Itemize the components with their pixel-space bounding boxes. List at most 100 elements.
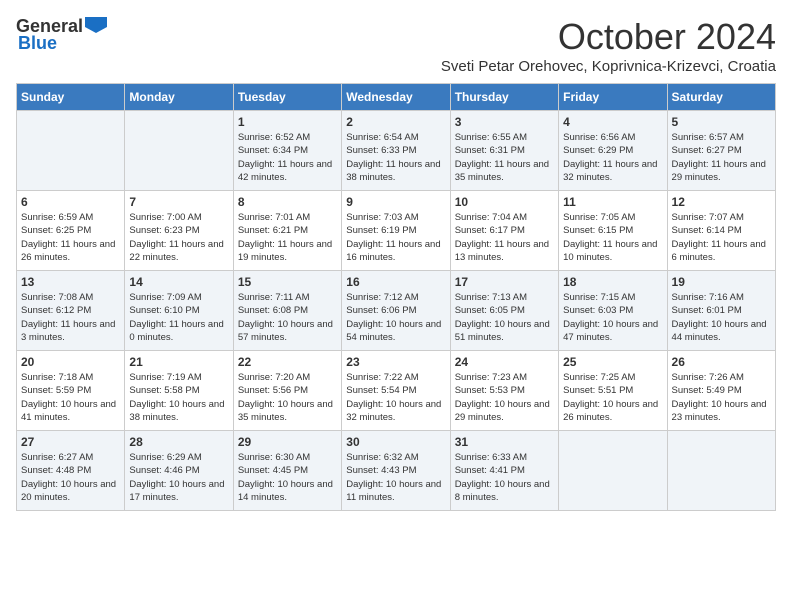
day-number: 4 <box>563 115 662 129</box>
day-number: 30 <box>346 435 445 449</box>
day-info: Sunrise: 6:29 AMSunset: 4:46 PMDaylight:… <box>129 451 228 504</box>
day-info: Sunrise: 6:59 AMSunset: 6:25 PMDaylight:… <box>21 211 120 264</box>
calendar-week-row: 13 Sunrise: 7:08 AMSunset: 6:12 PMDayligh… <box>17 271 776 351</box>
day-info: Sunrise: 7:12 AMSunset: 6:06 PMDaylight:… <box>346 291 445 344</box>
calendar-cell: 19 Sunrise: 7:16 AMSunset: 6:01 PMDayligh… <box>667 271 775 351</box>
day-number: 2 <box>346 115 445 129</box>
weekday-header: Monday <box>125 84 233 111</box>
day-number: 17 <box>455 275 554 289</box>
day-number: 11 <box>563 195 662 209</box>
day-number: 3 <box>455 115 554 129</box>
calendar-cell <box>125 111 233 191</box>
day-info: Sunrise: 7:16 AMSunset: 6:01 PMDaylight:… <box>672 291 771 344</box>
day-number: 15 <box>238 275 337 289</box>
day-info: Sunrise: 6:27 AMSunset: 4:48 PMDaylight:… <box>21 451 120 504</box>
calendar-week-row: 27 Sunrise: 6:27 AMSunset: 4:48 PMDayligh… <box>17 431 776 511</box>
day-info: Sunrise: 7:13 AMSunset: 6:05 PMDaylight:… <box>455 291 554 344</box>
day-info: Sunrise: 7:00 AMSunset: 6:23 PMDaylight:… <box>129 211 228 264</box>
day-info: Sunrise: 6:52 AMSunset: 6:34 PMDaylight:… <box>238 131 337 184</box>
day-info: Sunrise: 7:05 AMSunset: 6:15 PMDaylight:… <box>563 211 662 264</box>
weekday-header: Wednesday <box>342 84 450 111</box>
day-number: 19 <box>672 275 771 289</box>
weekday-header: Saturday <box>667 84 775 111</box>
calendar-cell: 3 Sunrise: 6:55 AMSunset: 6:31 PMDaylight… <box>450 111 558 191</box>
day-number: 10 <box>455 195 554 209</box>
calendar-cell: 14 Sunrise: 7:09 AMSunset: 6:10 PMDayligh… <box>125 271 233 351</box>
day-number: 28 <box>129 435 228 449</box>
day-info: Sunrise: 7:03 AMSunset: 6:19 PMDaylight:… <box>346 211 445 264</box>
calendar-cell: 2Sunrise: 6:54 AMSunset: 6:33 PMDaylight… <box>342 111 450 191</box>
page-header: General Blue October 2024 Sveti Petar Or… <box>16 16 776 75</box>
day-number: 27 <box>21 435 120 449</box>
day-info: Sunrise: 7:26 AMSunset: 5:49 PMDaylight:… <box>672 371 771 424</box>
day-number: 24 <box>455 355 554 369</box>
calendar-cell: 9 Sunrise: 7:03 AMSunset: 6:19 PMDaylight… <box>342 191 450 271</box>
day-number: 7 <box>129 195 228 209</box>
day-info: Sunrise: 6:33 AMSunset: 4:41 PMDaylight:… <box>455 451 554 504</box>
day-info: Sunrise: 7:04 AMSunset: 6:17 PMDaylight:… <box>455 211 554 264</box>
calendar-cell: 10 Sunrise: 7:04 AMSunset: 6:17 PMDayligh… <box>450 191 558 271</box>
day-info: Sunrise: 7:11 AMSunset: 6:08 PMDaylight:… <box>238 291 337 344</box>
logo-arrow-icon <box>85 17 107 33</box>
calendar-cell: 29 Sunrise: 6:30 AMSunset: 4:45 PMDayligh… <box>233 431 341 511</box>
day-info: Sunrise: 7:07 AMSunset: 6:14 PMDaylight:… <box>672 211 771 264</box>
day-number: 16 <box>346 275 445 289</box>
day-info: Sunrise: 7:09 AMSunset: 6:10 PMDaylight:… <box>129 291 228 344</box>
month-title: October 2024 <box>441 16 776 58</box>
calendar-cell: 26 Sunrise: 7:26 AMSunset: 5:49 PMDayligh… <box>667 351 775 431</box>
day-info: Sunrise: 6:57 AMSunset: 6:27 PMDaylight:… <box>672 131 771 184</box>
calendar-cell <box>559 431 667 511</box>
calendar-cell: 22Sunrise: 7:20 AMSunset: 5:56 PMDayligh… <box>233 351 341 431</box>
calendar-body: 1 Sunrise: 6:52 AMSunset: 6:34 PMDaylight… <box>17 111 776 511</box>
calendar-cell: 11 Sunrise: 7:05 AMSunset: 6:15 PMDayligh… <box>559 191 667 271</box>
calendar-cell <box>667 431 775 511</box>
calendar-cell: 12Sunrise: 7:07 AMSunset: 6:14 PMDayligh… <box>667 191 775 271</box>
calendar-week-row: 1 Sunrise: 6:52 AMSunset: 6:34 PMDaylight… <box>17 111 776 191</box>
day-number: 26 <box>672 355 771 369</box>
calendar-header: SundayMondayTuesdayWednesdayThursdayFrid… <box>17 84 776 111</box>
calendar-cell: 18Sunrise: 7:15 AMSunset: 6:03 PMDayligh… <box>559 271 667 351</box>
calendar-week-row: 20 Sunrise: 7:18 AMSunset: 5:59 PMDayligh… <box>17 351 776 431</box>
calendar-cell: 13 Sunrise: 7:08 AMSunset: 6:12 PMDayligh… <box>17 271 125 351</box>
day-number: 29 <box>238 435 337 449</box>
calendar-cell: 20 Sunrise: 7:18 AMSunset: 5:59 PMDayligh… <box>17 351 125 431</box>
calendar-cell: 23 Sunrise: 7:22 AMSunset: 5:54 PMDayligh… <box>342 351 450 431</box>
calendar-cell: 6Sunrise: 6:59 AMSunset: 6:25 PMDaylight… <box>17 191 125 271</box>
day-info: Sunrise: 7:18 AMSunset: 5:59 PMDaylight:… <box>21 371 120 424</box>
day-number: 23 <box>346 355 445 369</box>
day-number: 20 <box>21 355 120 369</box>
calendar-cell: 16 Sunrise: 7:12 AMSunset: 6:06 PMDayligh… <box>342 271 450 351</box>
day-number: 8 <box>238 195 337 209</box>
day-number: 22 <box>238 355 337 369</box>
weekday-header: Friday <box>559 84 667 111</box>
day-number: 13 <box>21 275 120 289</box>
day-number: 1 <box>238 115 337 129</box>
day-number: 5 <box>672 115 771 129</box>
day-info: Sunrise: 7:08 AMSunset: 6:12 PMDaylight:… <box>21 291 120 344</box>
day-number: 18 <box>563 275 662 289</box>
logo: General Blue <box>16 16 107 54</box>
day-info: Sunrise: 6:32 AMSunset: 4:43 PMDaylight:… <box>346 451 445 504</box>
calendar-week-row: 6Sunrise: 6:59 AMSunset: 6:25 PMDaylight… <box>17 191 776 271</box>
calendar-cell: 4 Sunrise: 6:56 AMSunset: 6:29 PMDaylight… <box>559 111 667 191</box>
calendar-cell: 31Sunrise: 6:33 AMSunset: 4:41 PMDayligh… <box>450 431 558 511</box>
calendar-cell: 24 Sunrise: 7:23 AMSunset: 5:53 PMDayligh… <box>450 351 558 431</box>
day-number: 14 <box>129 275 228 289</box>
day-info: Sunrise: 7:25 AMSunset: 5:51 PMDaylight:… <box>563 371 662 424</box>
weekday-header: Tuesday <box>233 84 341 111</box>
day-number: 21 <box>129 355 228 369</box>
calendar-cell: 21 Sunrise: 7:19 AMSunset: 5:58 PMDayligh… <box>125 351 233 431</box>
weekday-header: Sunday <box>17 84 125 111</box>
day-info: Sunrise: 6:56 AMSunset: 6:29 PMDaylight:… <box>563 131 662 184</box>
day-number: 25 <box>563 355 662 369</box>
calendar-cell: 17 Sunrise: 7:13 AMSunset: 6:05 PMDayligh… <box>450 271 558 351</box>
day-info: Sunrise: 7:01 AMSunset: 6:21 PMDaylight:… <box>238 211 337 264</box>
day-info: Sunrise: 6:55 AMSunset: 6:31 PMDaylight:… <box>455 131 554 184</box>
day-info: Sunrise: 7:19 AMSunset: 5:58 PMDaylight:… <box>129 371 228 424</box>
logo-blue: Blue <box>18 33 57 54</box>
day-info: Sunrise: 7:22 AMSunset: 5:54 PMDaylight:… <box>346 371 445 424</box>
day-number: 9 <box>346 195 445 209</box>
day-info: Sunrise: 6:30 AMSunset: 4:45 PMDaylight:… <box>238 451 337 504</box>
day-info: Sunrise: 7:23 AMSunset: 5:53 PMDaylight:… <box>455 371 554 424</box>
calendar-cell: 7 Sunrise: 7:00 AMSunset: 6:23 PMDaylight… <box>125 191 233 271</box>
